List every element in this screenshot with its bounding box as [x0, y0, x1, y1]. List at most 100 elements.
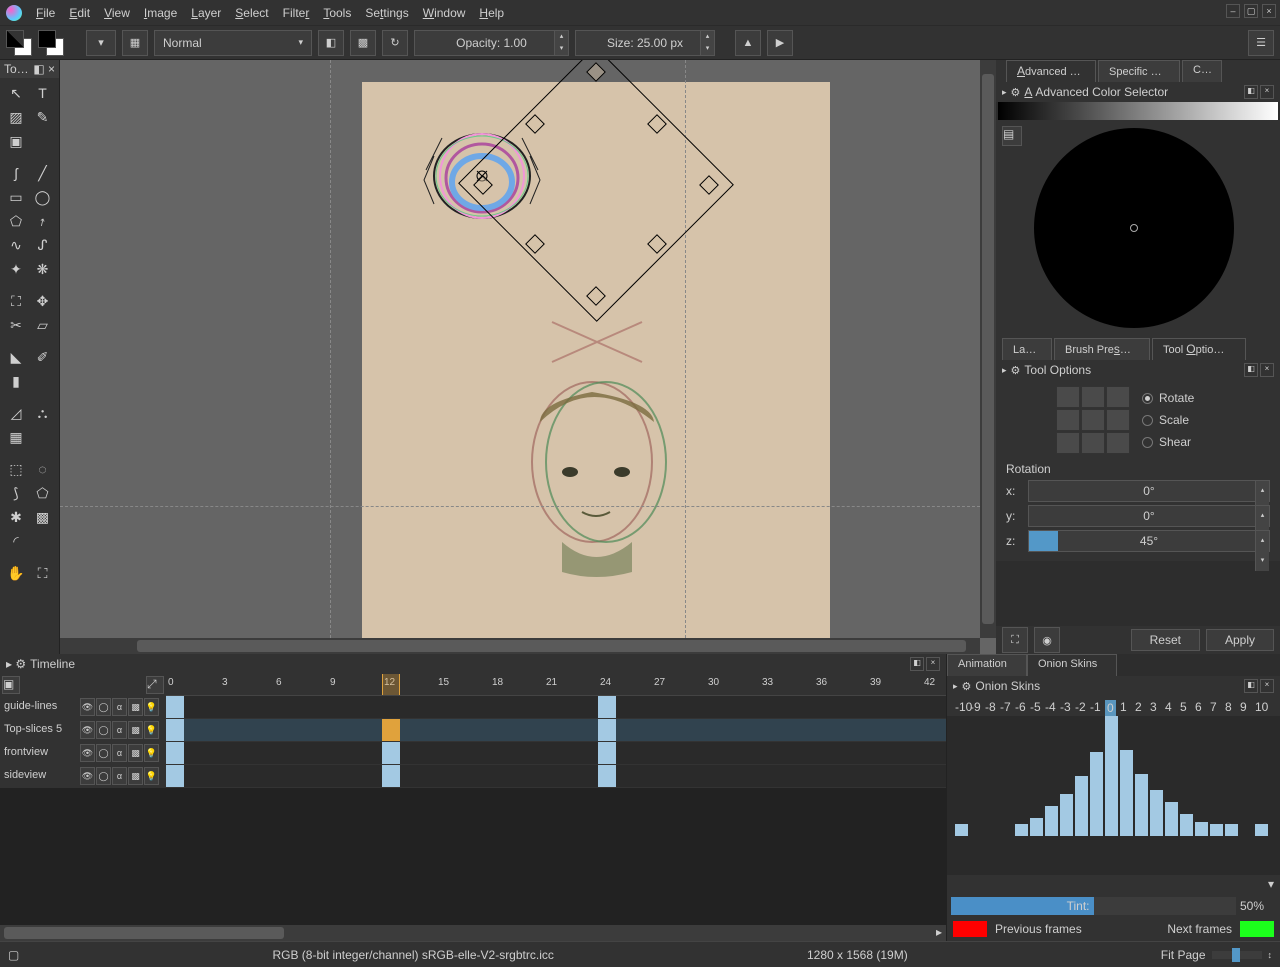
layer-prop-icon[interactable]: ◯ — [96, 698, 111, 716]
layer-prop-icon[interactable]: ▩ — [128, 698, 143, 716]
keyframe[interactable] — [598, 765, 616, 787]
rect-select-tool[interactable]: ⬚ — [4, 458, 28, 480]
color-docker-title[interactable]: ⚙ AAdvanced Color Selector ◧× — [996, 82, 1280, 102]
onion-bar[interactable] — [1090, 752, 1103, 836]
tab-co[interactable]: Co… — [1182, 60, 1222, 82]
layer-prop-icon[interactable]: 💡 — [144, 698, 159, 716]
zoom-tool[interactable]: ⛶ — [31, 562, 55, 584]
float-timeline-icon[interactable]: ◧ — [910, 657, 924, 671]
onion-bar[interactable] — [1180, 814, 1193, 836]
contiguous-select-tool[interactable]: ✱ — [4, 506, 28, 528]
layer-prop-icon[interactable]: 💡 — [144, 721, 159, 739]
close-docker2-icon[interactable]: × — [1260, 363, 1274, 377]
perspective-tool[interactable]: ▱ — [31, 314, 55, 336]
layer-prop-icon[interactable]: α — [112, 698, 127, 716]
keyframe[interactable] — [598, 696, 616, 718]
layer-prop-icon[interactable]: 💡 — [144, 767, 159, 785]
lasso-tool[interactable]: ⟆ — [4, 482, 28, 504]
move-tool[interactable]: ✥ — [31, 290, 55, 312]
float-docker-icon[interactable]: ◧ — [1244, 85, 1258, 99]
shape-tool[interactable]: ▣ — [4, 130, 28, 152]
gradient-swatch[interactable] — [6, 30, 32, 56]
size-spinner[interactable]: Size: 25.00 px ▴▾ — [575, 30, 715, 56]
onion-title[interactable]: ⚙ Onion Skins ◧× — [947, 676, 1280, 696]
playhead[interactable] — [382, 674, 400, 696]
onion-ruler[interactable]: -10-9-8-7-6-5-4-3-2-1012345678910 — [947, 696, 1280, 716]
multibrush-tool[interactable]: ❋ — [31, 258, 55, 280]
zoom-timeline-icon[interactable]: ⤢ — [146, 676, 164, 694]
maximize-button[interactable]: ▢ — [1244, 4, 1258, 18]
onion-bar[interactable] — [1045, 806, 1058, 836]
zoom-slider[interactable] — [1212, 951, 1262, 959]
workspace-chooser[interactable]: ☰ — [1248, 30, 1274, 56]
canvas-area[interactable] — [60, 60, 996, 654]
pan-tool[interactable]: ✋ — [4, 562, 28, 584]
timeline-ruler[interactable]: 03691215182124273033363942 — [166, 674, 946, 696]
keyframe[interactable] — [382, 765, 400, 787]
measure-tool[interactable]: ◿ — [4, 402, 28, 424]
menu-view[interactable]: View — [104, 6, 130, 20]
float-docker2-icon[interactable]: ◧ — [1244, 363, 1258, 377]
onion-bar[interactable] — [1210, 824, 1223, 836]
add-layer-icon[interactable]: ▣ — [2, 676, 20, 694]
transform-bbox[interactable] — [476, 65, 716, 303]
line-tool[interactable]: ╱ — [31, 162, 55, 184]
polygon-tool[interactable]: ⬠ — [4, 210, 28, 232]
dyna-tool[interactable]: ✦ — [4, 258, 28, 280]
close-window-button[interactable]: × — [1262, 4, 1276, 18]
layer-prop-icon[interactable]: ▩ — [128, 721, 143, 739]
timeline-row[interactable]: guide-lines👁◯α▩💡 — [0, 696, 946, 719]
onion-bar[interactable] — [1150, 790, 1163, 836]
tab-specific-color[interactable]: Specific C… — [1098, 60, 1180, 82]
menu-file[interactable]: File — [36, 6, 55, 20]
color-settings-icon[interactable]: ▤ — [1002, 126, 1022, 146]
menu-edit[interactable]: Edit — [69, 6, 90, 20]
brush-tool[interactable]: ʃ — [4, 162, 28, 184]
onion-bar[interactable] — [955, 824, 968, 836]
apply-button[interactable]: Apply — [1206, 629, 1274, 651]
onion-bar[interactable] — [1225, 824, 1238, 836]
timeline-hscroll[interactable]: ▸ — [0, 925, 946, 941]
layer-prop-icon[interactable]: α — [112, 744, 127, 762]
tab-advanced-color[interactable]: Advanced C… — [1006, 60, 1096, 82]
keyframe[interactable] — [166, 742, 184, 764]
gradient-tool[interactable]: ▮ — [4, 370, 28, 392]
color-swatch[interactable] — [38, 30, 64, 56]
tab-animation[interactable]: Animation — [947, 654, 1027, 676]
tab-onion-skins[interactable]: Onion Skins — [1027, 654, 1117, 676]
keyframe[interactable] — [166, 765, 184, 787]
anchor-grid[interactable] — [1056, 386, 1130, 454]
mode-scale[interactable]: Scale — [1142, 413, 1194, 427]
keyframe[interactable] — [382, 742, 400, 764]
track[interactable] — [166, 696, 946, 719]
close-docker-icon[interactable]: × — [1260, 85, 1274, 99]
onion-bar[interactable] — [1195, 822, 1208, 836]
transform-tool[interactable]: ⛶ — [4, 290, 28, 312]
tab-tool-options[interactable]: Tool Optio… — [1152, 338, 1246, 360]
canvas-hscroll[interactable] — [60, 638, 980, 654]
reload-preset[interactable]: ↻ — [382, 30, 408, 56]
freehand-path-tool[interactable]: ᔑ — [31, 234, 55, 256]
blend-mode-select[interactable]: Normal ▾ — [154, 30, 312, 56]
onion-bar[interactable] — [1030, 818, 1043, 836]
menu-filter[interactable]: Filter — [283, 6, 310, 20]
rot-z-field[interactable]: 45°▴▾ — [1028, 530, 1270, 552]
value-strip[interactable] — [998, 102, 1278, 120]
onion-bar[interactable] — [1060, 794, 1073, 836]
tint-slider[interactable]: Tint: — [951, 897, 1236, 915]
layer-prop-icon[interactable]: ◯ — [96, 721, 111, 739]
layer-prop-icon[interactable]: 👁 — [80, 767, 95, 785]
mode-rotate[interactable]: Rotate — [1142, 391, 1194, 405]
track[interactable] — [166, 742, 946, 765]
layer-prop-icon[interactable]: ▩ — [128, 767, 143, 785]
tab-layers[interactable]: Lay… — [1002, 338, 1052, 360]
close-timeline-icon[interactable]: × — [926, 657, 940, 671]
close-onion-icon[interactable]: × — [1260, 679, 1274, 693]
pattern-button[interactable]: ▦ — [122, 30, 148, 56]
menu-select[interactable]: Select — [235, 6, 268, 20]
rect-tool[interactable]: ▭ — [4, 186, 28, 208]
menu-image[interactable]: Image — [144, 6, 177, 20]
opacity-spinner[interactable]: Opacity: 1.00 ▴▾ — [414, 30, 569, 56]
track[interactable] — [166, 719, 946, 742]
reset-button[interactable]: Reset — [1131, 629, 1200, 651]
